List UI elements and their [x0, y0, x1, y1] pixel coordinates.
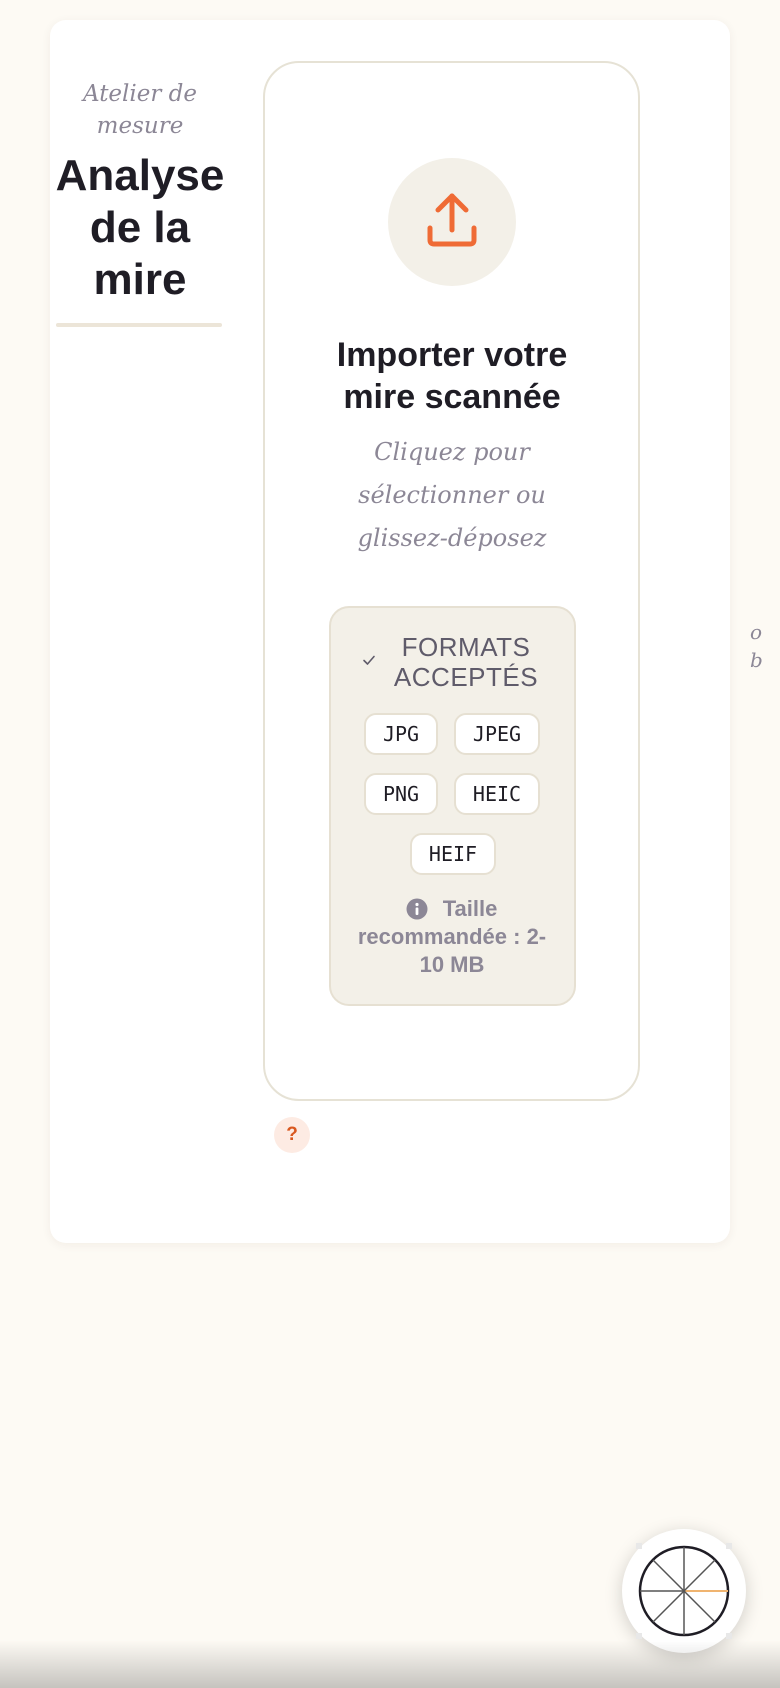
format-chip-heic: HEIC: [454, 773, 540, 815]
upload-heading: Importer votre mire scannée: [336, 336, 568, 416]
format-chip-jpeg: JPEG: [454, 713, 540, 755]
page-kicker: Atelier de mesure: [82, 81, 198, 139]
test-chart-wheel-icon: [636, 1543, 732, 1639]
page-title: Analyse de la mire: [55, 151, 225, 304]
recommended-size-text: Taille recommandée : 2-10 MB: [357, 896, 547, 977]
recommended-size-note: Taille recommandée : 2-10 MB: [352, 895, 552, 979]
format-chip-jpg: JPG: [364, 713, 438, 755]
upload-icon: [427, 193, 477, 247]
info-icon: [406, 898, 428, 920]
floating-chart-button[interactable]: [622, 1529, 746, 1653]
title-divider: [56, 323, 222, 327]
upload-icon-circle: [388, 158, 516, 286]
upload-hint: Cliquez pour sélectionner ou glissez-dép…: [357, 438, 547, 552]
format-chip-png: PNG: [364, 773, 438, 815]
format-chip-heif: HEIF: [410, 833, 496, 875]
offscreen-panel-peek: o b: [750, 620, 763, 672]
formats-heading: FORMATS ACCEPTÉS: [393, 632, 539, 692]
help-button[interactable]: ?: [274, 1117, 310, 1153]
check-icon: [363, 655, 375, 665]
